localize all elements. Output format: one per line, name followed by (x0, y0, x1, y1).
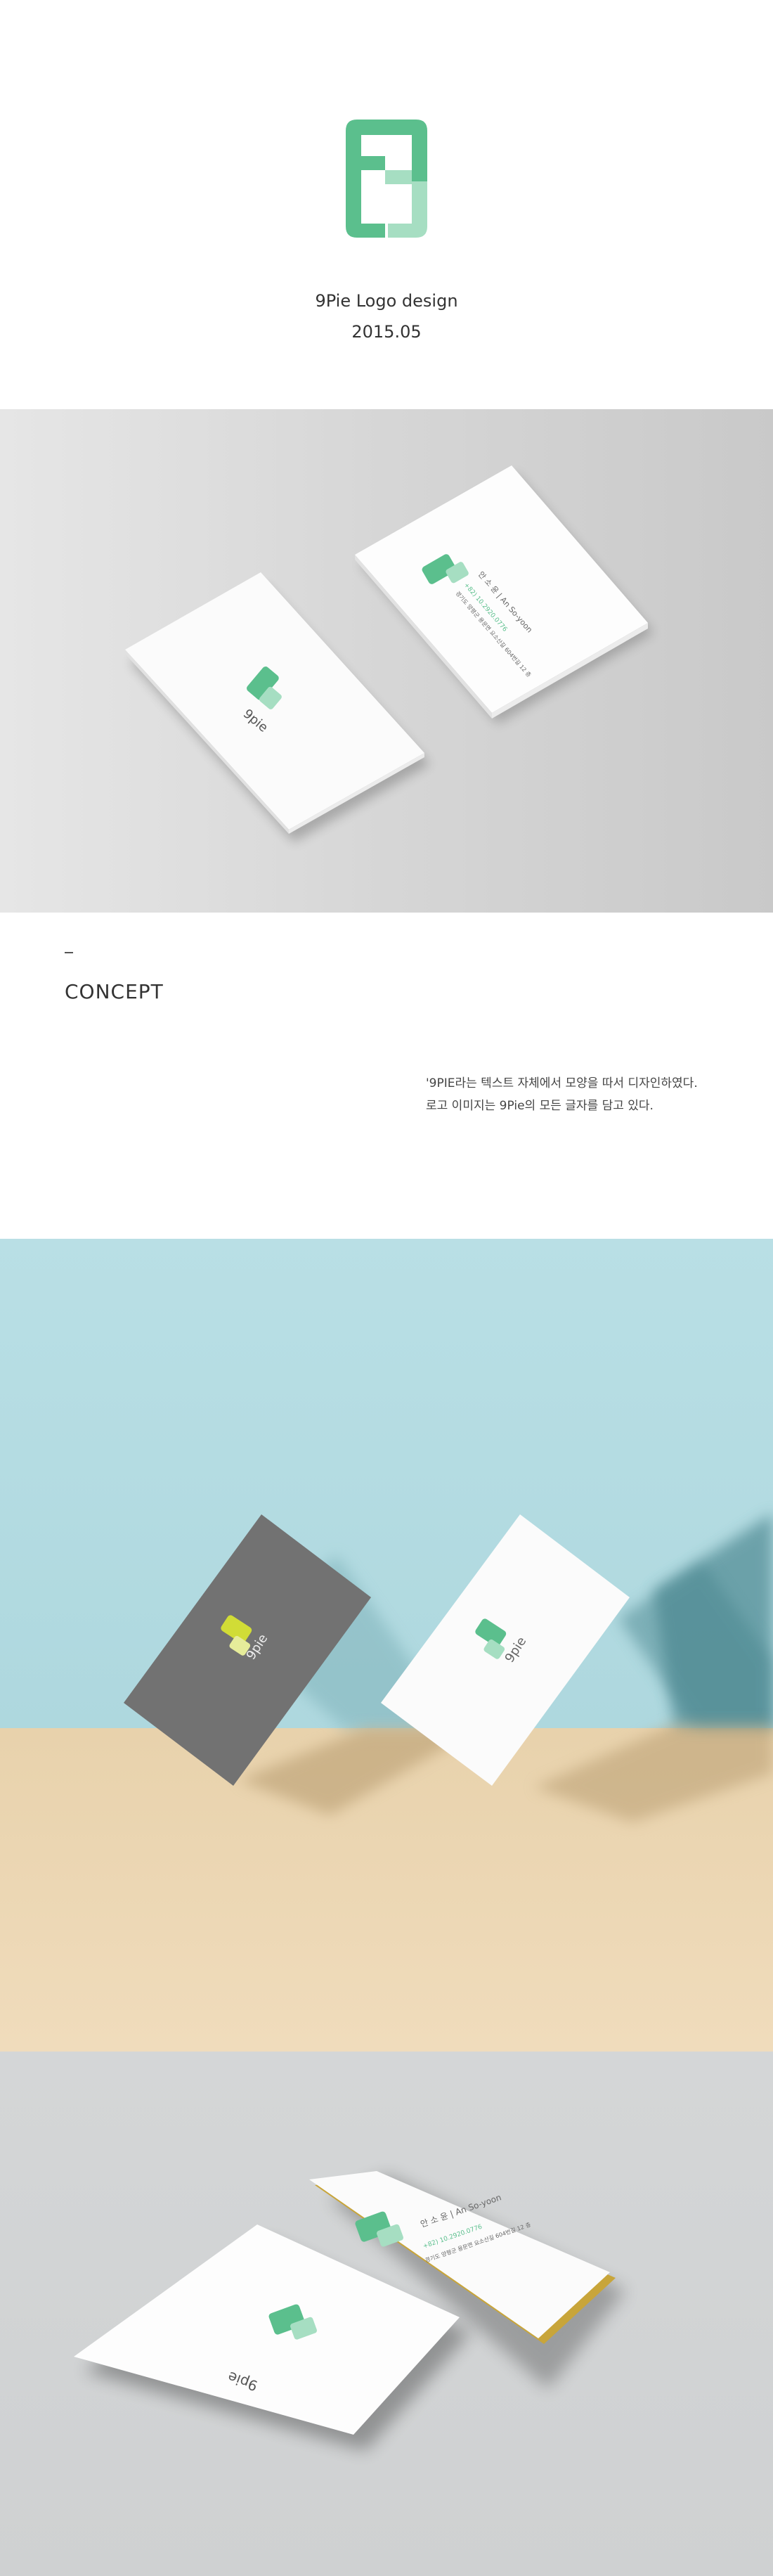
concept-section: CONCEPT '9PIE라는 텍스트 자체에서 모양을 따서 디자인하였다. … (0, 913, 773, 1239)
concept-heading: CONCEPT (65, 980, 164, 1003)
project-date: 2015.05 (351, 322, 422, 342)
9pie-logo-icon (346, 120, 427, 238)
business-card-mockup-stacked: 안 소 윤 | An So-yoon +82) 10.2920.0776 경기도… (0, 2052, 773, 2576)
hero-section: 9Pie Logo design 2015.05 (0, 0, 773, 409)
card-back: 안 소 윤 | An So-yoon +82) 10.2920.0776 경기도… (355, 465, 648, 719)
business-card-mockup-table: 9pie 9pie (0, 1239, 773, 2052)
section-dash (65, 952, 73, 953)
business-card-mockup-grey: 9pie 안 소 윤 | An So-yoon +82) 10.2920.077… (0, 409, 773, 913)
concept-text-line-2: 로고 이미지는 9Pie의 모든 글자를 담고 있다. (426, 1099, 654, 1113)
card-front: 9pie (125, 572, 424, 834)
project-title: 9Pie Logo design (315, 291, 458, 311)
concept-text-line-1: '9PIE라는 텍스트 자체에서 모양을 따서 디자인하였다. (426, 1076, 698, 1090)
